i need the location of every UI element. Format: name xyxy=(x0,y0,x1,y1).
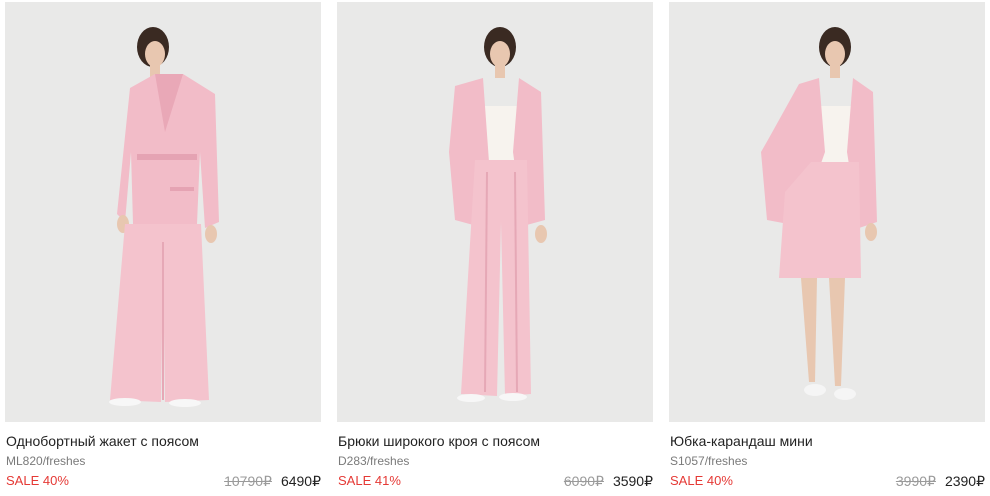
product-photo-skirt xyxy=(669,2,985,422)
old-price: 10790₽ xyxy=(224,473,272,489)
old-price: 3990₽ xyxy=(895,473,936,489)
product-card[interactable]: Однобортный жакет с поясом ML820/freshes… xyxy=(5,0,321,496)
product-image-skirt[interactable] xyxy=(669,2,985,422)
product-image-jacket[interactable] xyxy=(5,2,321,422)
product-card[interactable]: Юбка-карандаш мини S1057/freshes SALE 40… xyxy=(669,0,985,496)
product-title[interactable]: Однобортный жакет с поясом xyxy=(6,432,199,450)
price-block: 6090₽ 3590₽ xyxy=(564,473,653,489)
product-grid: Однобортный жакет с поясом ML820/freshes… xyxy=(0,0,990,496)
product-sku: D283/freshes xyxy=(338,454,410,468)
current-price: 3590₽ xyxy=(612,473,653,489)
sale-badge: SALE 40% xyxy=(6,473,69,488)
price-block: 10790₽ 6490₽ xyxy=(224,473,321,489)
product-sku: ML820/freshes xyxy=(6,454,86,468)
product-photo-trousers xyxy=(337,2,653,422)
product-sku: S1057/freshes xyxy=(670,454,748,468)
product-photo-jacket xyxy=(5,2,321,422)
price-block: 3990₽ 2390₽ xyxy=(896,473,985,489)
product-card[interactable]: Брюки широкого кроя с поясом D283/freshe… xyxy=(337,0,653,496)
sale-badge: SALE 41% xyxy=(338,473,401,488)
current-price: 2390₽ xyxy=(944,473,985,489)
product-image-trousers[interactable] xyxy=(337,2,653,422)
old-price: 6090₽ xyxy=(563,473,604,489)
current-price: 6490₽ xyxy=(280,473,321,489)
product-title[interactable]: Юбка-карандаш мини xyxy=(670,432,813,450)
sale-badge: SALE 40% xyxy=(670,473,733,488)
product-title[interactable]: Брюки широкого кроя с поясом xyxy=(338,432,540,450)
